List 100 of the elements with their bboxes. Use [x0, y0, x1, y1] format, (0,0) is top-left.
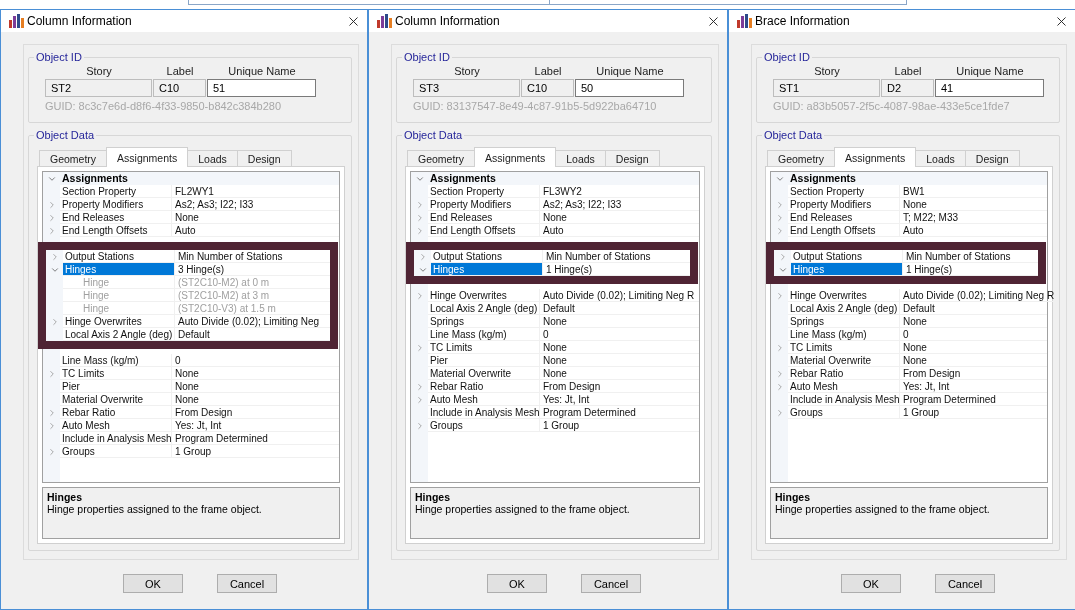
dialog-button[interactable]: Cancel	[581, 574, 641, 593]
property-label[interactable]: Rebar Ratio	[60, 406, 172, 419]
property-value: 0	[172, 354, 339, 367]
property-label[interactable]: Pier	[60, 380, 172, 393]
property-value: Auto Divide (0.02); Limiting Neg R	[540, 289, 699, 302]
story-field[interactable]: ST2	[45, 79, 152, 97]
column-header: Unique Name	[956, 65, 1024, 77]
property-label[interactable]: Section Property	[428, 185, 540, 198]
property-label[interactable]: End Releases	[788, 211, 900, 224]
property-label[interactable]: Hinge Overwrites	[63, 315, 175, 328]
property-label[interactable]: Groups	[60, 445, 172, 458]
property-label[interactable]: Local Axis 2 Angle (deg)	[428, 302, 540, 315]
property-label[interactable]: Line Mass (kg/m)	[788, 328, 900, 341]
property-label[interactable]: Pier	[428, 354, 540, 367]
property-value: 1 Group	[172, 445, 339, 458]
dialog-button[interactable]: OK	[487, 574, 547, 593]
property-label[interactable]: TC Limits	[428, 341, 540, 354]
property-label[interactable]: TC Limits	[60, 367, 172, 380]
property-label[interactable]: Include in Analysis Mesh	[788, 393, 900, 406]
property-value: Auto Divide (0.02); Limiting Neg	[175, 315, 330, 328]
property-value: FL3WY2	[540, 185, 699, 198]
property-label[interactable]: Auto Mesh	[788, 380, 900, 393]
tab[interactable]: Assignments	[834, 147, 917, 167]
group-title: Object Data	[403, 129, 464, 141]
property-value: None	[172, 367, 339, 380]
property-value: BW1	[900, 185, 1047, 198]
tab[interactable]: Assignments	[106, 147, 189, 167]
label-field[interactable]: D2	[881, 79, 934, 97]
dialog-button[interactable]: Cancel	[935, 574, 995, 593]
property-label[interactable]: Local Axis 2 Angle (deg)	[788, 302, 900, 315]
property-label[interactable]: Hinge Overwrites	[428, 289, 540, 302]
property-value: Min Number of Stations	[903, 250, 1038, 263]
property-label[interactable]: Auto Mesh	[428, 393, 540, 406]
column-header: Story	[86, 65, 112, 77]
unique-name-field[interactable]: 51	[207, 79, 316, 97]
property-value: Yes: Jt, Int	[172, 419, 339, 432]
property-label[interactable]: TC Limits	[788, 341, 900, 354]
window-title: Column Information	[27, 14, 132, 28]
column-header: Unique Name	[228, 65, 296, 77]
dialog-button[interactable]: OK	[123, 574, 183, 593]
tab[interactable]: Design	[236, 150, 292, 167]
property-label[interactable]: End Releases	[60, 211, 172, 224]
property-label[interactable]: Hinges	[791, 263, 903, 276]
property-label[interactable]: Section Property	[60, 185, 172, 198]
property-label[interactable]: Hinge Overwrites	[788, 289, 900, 302]
property-label[interactable]: Springs	[788, 315, 900, 328]
property-label[interactable]: Include in Analysis Mesh	[60, 432, 172, 445]
label-field[interactable]: C10	[153, 79, 206, 97]
story-field[interactable]: ST3	[413, 79, 520, 97]
dialog-button[interactable]: OK	[841, 574, 901, 593]
property-value: None	[540, 354, 699, 367]
property-value: From Design	[172, 406, 339, 419]
tab[interactable]: Design	[964, 150, 1020, 167]
property-label[interactable]: Groups	[788, 406, 900, 419]
tab[interactable]: Geometry	[39, 150, 108, 167]
property-label[interactable]: Line Mass (kg/m)	[428, 328, 540, 341]
property-value: (ST2C10-M2) at 0 m	[175, 276, 330, 289]
unique-name-field[interactable]: 50	[575, 79, 684, 97]
property-value: None	[172, 380, 339, 393]
tab[interactable]: Geometry	[407, 150, 476, 167]
property-label[interactable]: Material Overwrite	[788, 354, 900, 367]
tab[interactable]: Design	[604, 150, 660, 167]
property-value: From Design	[540, 380, 699, 393]
property-label[interactable]: End Length Offsets	[60, 224, 172, 237]
group-title: Object Data	[35, 129, 96, 141]
category-header: Assignments	[428, 172, 699, 185]
property-value: From Design	[900, 367, 1047, 380]
property-label[interactable]: End Releases	[428, 211, 540, 224]
property-label[interactable]: Property Modifiers	[60, 198, 172, 211]
property-label[interactable]: Material Overwrite	[60, 393, 172, 406]
tab[interactable]: Assignments	[474, 147, 557, 167]
property-label[interactable]: Include in Analysis Mesh	[428, 406, 540, 419]
property-value: 3 Hinge(s)	[175, 263, 330, 276]
property-label[interactable]: Section Property	[788, 185, 900, 198]
dialog-button[interactable]: Cancel	[217, 574, 277, 593]
property-label[interactable]: Property Modifiers	[428, 198, 540, 211]
property-label[interactable]: Hinges	[431, 263, 543, 276]
unique-name-field[interactable]: 41	[935, 79, 1044, 97]
property-label[interactable]: Springs	[428, 315, 540, 328]
app-icon	[737, 14, 752, 28]
tab[interactable]: Geometry	[767, 150, 836, 167]
property-label[interactable]: Property Modifiers	[788, 198, 900, 211]
label-field[interactable]: C10	[521, 79, 574, 97]
property-label[interactable]: End Length Offsets	[428, 224, 540, 237]
property-label[interactable]: Hinges	[63, 263, 175, 276]
property-value: Auto	[540, 224, 699, 237]
property-label[interactable]: Material Overwrite	[428, 367, 540, 380]
property-label[interactable]: Auto Mesh	[60, 419, 172, 432]
property-label[interactable]: End Length Offsets	[788, 224, 900, 237]
story-field[interactable]: ST1	[773, 79, 880, 97]
property-label[interactable]: Rebar Ratio	[428, 380, 540, 393]
property-value: Default	[540, 302, 699, 315]
property-label[interactable]: Groups	[428, 419, 540, 432]
property-label[interactable]: Local Axis 2 Angle (deg)	[63, 328, 175, 341]
property-value: None	[540, 315, 699, 328]
column-header: Label	[534, 65, 562, 77]
property-label[interactable]: Line Mass (kg/m)	[60, 354, 172, 367]
property-label[interactable]: Rebar Ratio	[788, 367, 900, 380]
description-title: Hinges	[775, 491, 811, 503]
description-title: Hinges	[47, 491, 83, 503]
